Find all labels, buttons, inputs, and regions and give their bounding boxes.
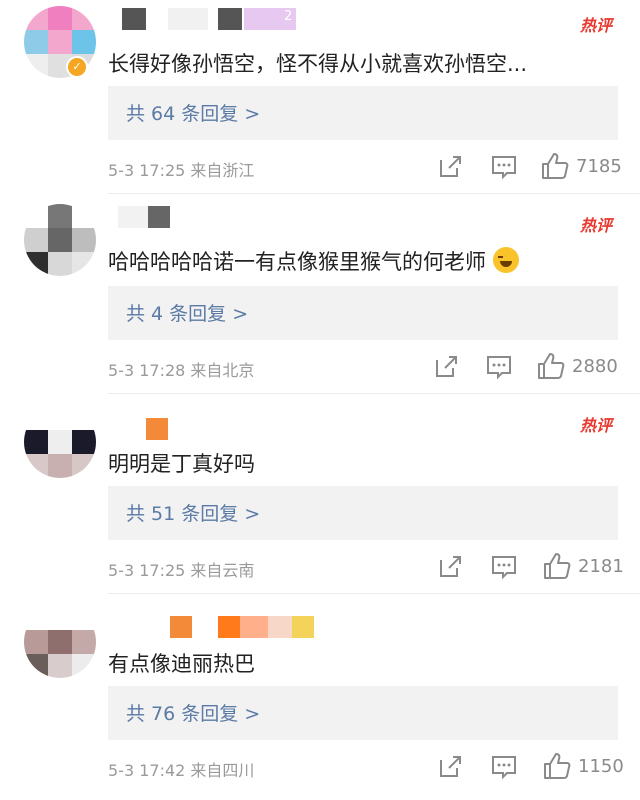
view-replies-link[interactable]: 共 51 条回复 > bbox=[126, 499, 260, 526]
divider bbox=[108, 593, 640, 594]
avatar[interactable] bbox=[24, 204, 96, 276]
like-count: 1150 bbox=[578, 756, 624, 777]
comment-meta: 5-3 17:28 来自北京 bbox=[108, 361, 255, 380]
comment-meta: 5-3 17:25 来自云南 bbox=[108, 561, 255, 580]
share-icon[interactable] bbox=[432, 352, 462, 382]
divider bbox=[108, 393, 640, 394]
username[interactable] bbox=[108, 616, 328, 638]
like-count: 2880 bbox=[572, 356, 618, 377]
comment-icon[interactable] bbox=[489, 552, 519, 582]
comment-item: 热评 哈哈哈哈哈诺一有点像猴里猴气的何老师 共 4 条回复 > 5-3 17:2… bbox=[0, 200, 640, 400]
comment-meta: 5-3 17:25 来自浙江 bbox=[108, 161, 255, 180]
share-icon[interactable] bbox=[436, 752, 466, 782]
comment-icon[interactable] bbox=[489, 152, 519, 182]
laughing-crying-emoji-icon bbox=[492, 247, 519, 273]
comment-meta: 5-3 17:42 来自四川 bbox=[108, 761, 255, 780]
hot-comment-badge: 热评 bbox=[579, 16, 612, 35]
comment-text: 哈哈哈哈哈诺一有点像猴里猴气的何老师 bbox=[108, 246, 519, 276]
comment-item: ✓ 2 热评 长得好像孙悟空，怪不得从小就喜欢孙悟空... 共 64 条回复 >… bbox=[0, 0, 640, 200]
view-replies-link[interactable]: 共 64 条回复 > bbox=[126, 99, 260, 126]
username[interactable] bbox=[108, 206, 228, 228]
thumbs-up-icon[interactable] bbox=[540, 151, 570, 181]
replies-box[interactable]: 共 51 条回复 > bbox=[108, 486, 618, 540]
name-tag: 2 bbox=[284, 9, 293, 24]
like-count: 7185 bbox=[576, 156, 622, 177]
comment-icon[interactable] bbox=[484, 352, 514, 382]
comment-item: 有点像迪丽热巴 共 76 条回复 > 5-3 17:42 来自四川 1150 bbox=[0, 600, 640, 800]
thumbs-up-icon[interactable] bbox=[542, 551, 572, 581]
username[interactable] bbox=[108, 418, 228, 440]
share-icon[interactable] bbox=[436, 152, 466, 182]
avatar[interactable] bbox=[24, 606, 96, 678]
comment-text: 明明是丁真好吗 bbox=[108, 452, 255, 476]
hot-comment-badge: 热评 bbox=[579, 216, 612, 235]
hot-comment-badge: 热评 bbox=[579, 416, 612, 435]
comment-text-content: 哈哈哈哈哈诺一有点像猴里猴气的何老师 bbox=[108, 250, 486, 274]
avatar[interactable] bbox=[24, 406, 96, 478]
replies-box[interactable]: 共 76 条回复 > bbox=[108, 686, 618, 740]
like-count: 2181 bbox=[578, 556, 624, 577]
comment-item: 热评 明明是丁真好吗 共 51 条回复 > 5-3 17:25 来自云南 218… bbox=[0, 400, 640, 600]
replies-box[interactable]: 共 4 条回复 > bbox=[108, 286, 618, 340]
comment-text: 有点像迪丽热巴 bbox=[108, 652, 255, 676]
verified-badge-icon: ✓ bbox=[66, 56, 88, 78]
thumbs-up-icon[interactable] bbox=[536, 351, 566, 381]
divider bbox=[108, 193, 640, 194]
comment-text: 长得好像孙悟空，怪不得从小就喜欢孙悟空... bbox=[108, 52, 528, 76]
share-icon[interactable] bbox=[436, 552, 466, 582]
replies-box[interactable]: 共 64 条回复 > bbox=[108, 86, 618, 140]
thumbs-up-icon[interactable] bbox=[542, 751, 572, 781]
username[interactable]: 2 bbox=[108, 8, 308, 30]
view-replies-link[interactable]: 共 4 条回复 > bbox=[126, 299, 248, 326]
comment-icon[interactable] bbox=[489, 752, 519, 782]
view-replies-link[interactable]: 共 76 条回复 > bbox=[126, 699, 260, 726]
